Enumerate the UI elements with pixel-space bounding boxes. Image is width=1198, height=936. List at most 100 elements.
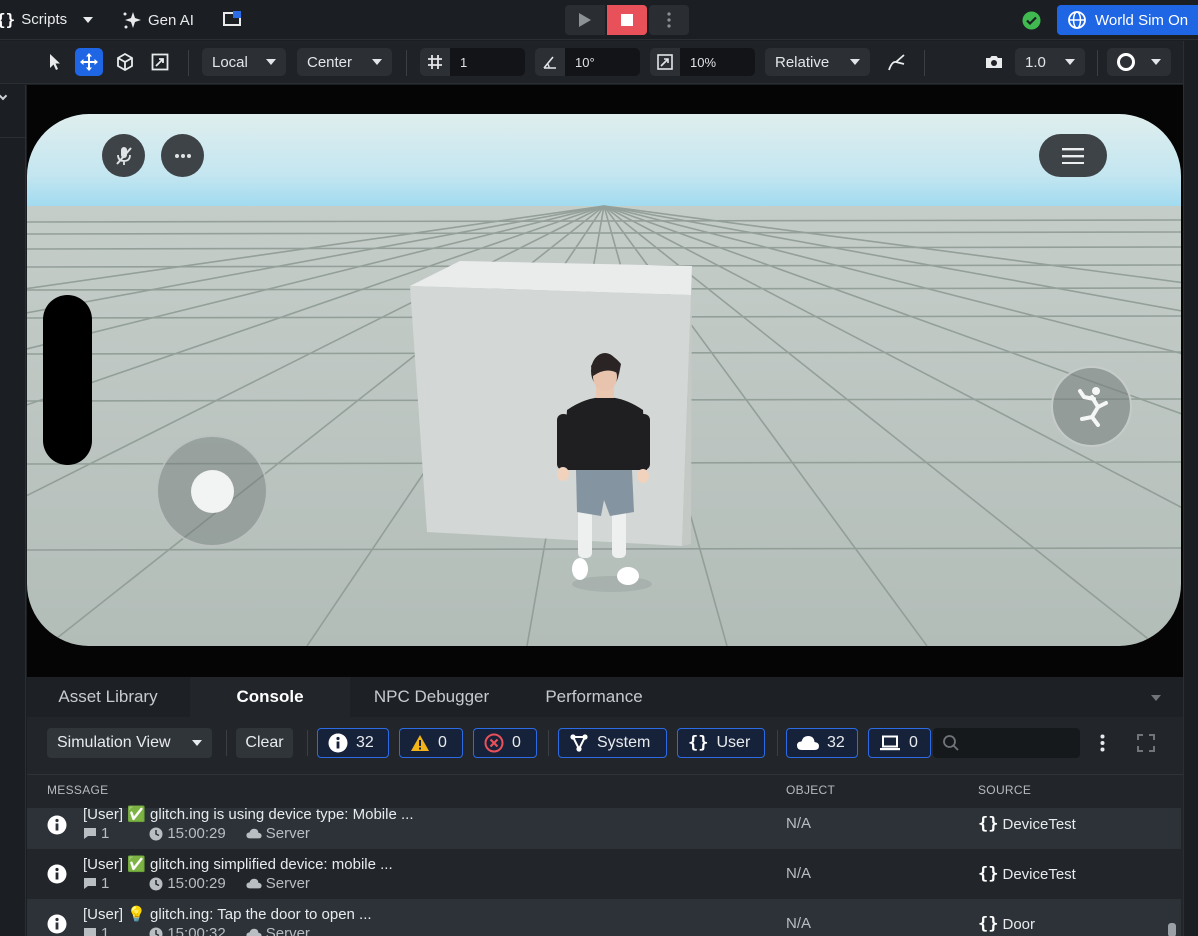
clear-label: Clear — [245, 734, 284, 751]
log-meta: 1 15:00:32 Server — [83, 925, 310, 936]
render-mode-dropdown[interactable] — [1107, 48, 1171, 76]
client-filter[interactable]: 0 — [868, 728, 931, 758]
warning-filter[interactable]: 0 — [399, 728, 463, 758]
system-filter[interactable]: System — [558, 728, 667, 758]
cube-icon — [117, 53, 133, 71]
tab-asset-library[interactable]: Asset Library — [27, 677, 189, 717]
console-options-button[interactable] — [1100, 734, 1105, 757]
warning-icon — [411, 735, 429, 751]
chat-icon — [84, 878, 96, 889]
script-braces-icon: {} — [978, 914, 999, 934]
play-options-button[interactable] — [649, 5, 689, 35]
pivot-dropdown[interactable]: Center — [297, 48, 392, 76]
space-dropdown[interactable]: Local — [202, 48, 286, 76]
log-source-label: DeviceTest — [1002, 865, 1076, 883]
cloud-icon — [797, 736, 819, 750]
tab-performance[interactable]: Performance — [513, 677, 675, 717]
pivot-toggle[interactable] — [882, 48, 910, 76]
kebab-icon — [667, 12, 671, 28]
log-source[interactable]: {} DeviceTest — [978, 814, 1076, 834]
log-origin: Server — [265, 875, 310, 892]
relative-dropdown[interactable]: Relative — [765, 48, 870, 76]
status-ok — [1022, 11, 1041, 35]
info-filter[interactable]: 32 — [317, 728, 389, 758]
search-field[interactable] — [933, 728, 1080, 758]
column-source[interactable]: SOURCE — [978, 783, 1031, 797]
fullscreen-button[interactable] — [1137, 734, 1155, 757]
log-source-label: Door — [1002, 915, 1035, 933]
device-notch — [43, 295, 92, 465]
space-value: Local — [212, 53, 248, 71]
resize-icon — [650, 48, 680, 76]
info-icon — [47, 815, 67, 835]
joystick-thumb[interactable] — [191, 470, 234, 513]
cloud-icon — [246, 928, 262, 936]
world-sim-button[interactable]: World Sim On — [1057, 5, 1198, 35]
info-icon — [328, 733, 348, 753]
user-filter[interactable]: {} User — [677, 728, 765, 758]
select-tool[interactable] — [41, 48, 69, 76]
server-filter[interactable]: 32 — [786, 728, 858, 758]
log-source[interactable]: {} Door — [978, 914, 1035, 934]
log-time: 15:00:32 — [167, 925, 226, 936]
tab-console[interactable]: Console — [190, 677, 350, 717]
scale-snap-field[interactable]: 10% — [650, 48, 755, 76]
play-button[interactable] — [565, 5, 605, 35]
log-count: 1 — [101, 825, 110, 842]
log-source[interactable]: {} DeviceTest — [978, 864, 1076, 884]
rotation-snap-field[interactable]: 10° — [535, 48, 640, 76]
chat-icon — [84, 828, 96, 839]
chevron-down-icon — [372, 59, 382, 65]
log-message: [User] ✅ glitch.ing is using device type… — [83, 806, 414, 823]
info-icon — [47, 864, 67, 884]
world-sim-label: World Sim On — [1095, 11, 1189, 29]
rotate-tool[interactable] — [111, 48, 139, 76]
scale-snap-value[interactable]: 10% — [680, 48, 755, 76]
column-object[interactable]: OBJECT — [786, 783, 835, 797]
cloud-icon — [246, 828, 262, 839]
genai-button[interactable]: Gen AI — [122, 10, 194, 30]
scripts-menu[interactable]: {} Scripts — [0, 10, 94, 29]
jump-button[interactable] — [1051, 366, 1132, 447]
view-select[interactable]: Simulation View — [47, 728, 212, 758]
divider — [924, 50, 925, 76]
system-label: System — [597, 734, 651, 751]
chevron-down-icon — [83, 16, 94, 23]
column-message[interactable]: MESSAGE — [47, 783, 108, 797]
move-tool[interactable] — [75, 48, 103, 76]
more-icon — [174, 153, 191, 158]
more-button[interactable] — [161, 134, 204, 177]
jump-icon — [1077, 386, 1108, 427]
log-row[interactable]: [User] 💡 glitch.ing: Tap the door to ope… — [27, 899, 1181, 936]
scale-tool[interactable] — [146, 48, 174, 76]
rotation-snap-value[interactable]: 10° — [565, 48, 640, 76]
stop-button[interactable] — [607, 5, 647, 35]
tab-label: Performance — [545, 687, 643, 706]
log-message: [User] 💡 glitch.ing: Tap the door to ope… — [83, 906, 372, 923]
scrollbar-thumb[interactable] — [1168, 923, 1176, 936]
chevron-down-icon[interactable] — [1151, 695, 1161, 701]
info-count: 32 — [356, 734, 374, 751]
clear-button[interactable]: Clear — [236, 728, 293, 758]
grid-snap-value[interactable]: 1 — [450, 48, 525, 76]
divider — [777, 730, 778, 756]
menu-button[interactable] — [1039, 134, 1107, 177]
camera-icon — [986, 56, 1002, 68]
grid-snap-field[interactable]: 1 — [420, 48, 525, 76]
camera-button[interactable] — [980, 48, 1008, 76]
tab-npc-debugger[interactable]: NPC Debugger — [351, 677, 512, 717]
virtual-joystick[interactable] — [156, 435, 268, 547]
error-filter[interactable]: 0 — [473, 728, 537, 758]
client-count: 0 — [909, 734, 918, 751]
collapse-icon[interactable] — [0, 91, 8, 101]
divider — [188, 50, 189, 76]
mute-button[interactable] — [102, 134, 145, 177]
system-icon — [570, 734, 588, 752]
log-row[interactable]: [User] ✅ glitch.ing simplified device: m… — [27, 849, 1181, 899]
present-button[interactable] — [222, 10, 242, 35]
log-message: [User] ✅ glitch.ing simplified device: m… — [83, 856, 393, 873]
log-origin: Server — [265, 925, 310, 936]
camera-speed-dropdown[interactable]: 1.0 — [1015, 48, 1085, 76]
search-input[interactable] — [965, 735, 1075, 751]
mobile-preview[interactable] — [27, 114, 1181, 646]
